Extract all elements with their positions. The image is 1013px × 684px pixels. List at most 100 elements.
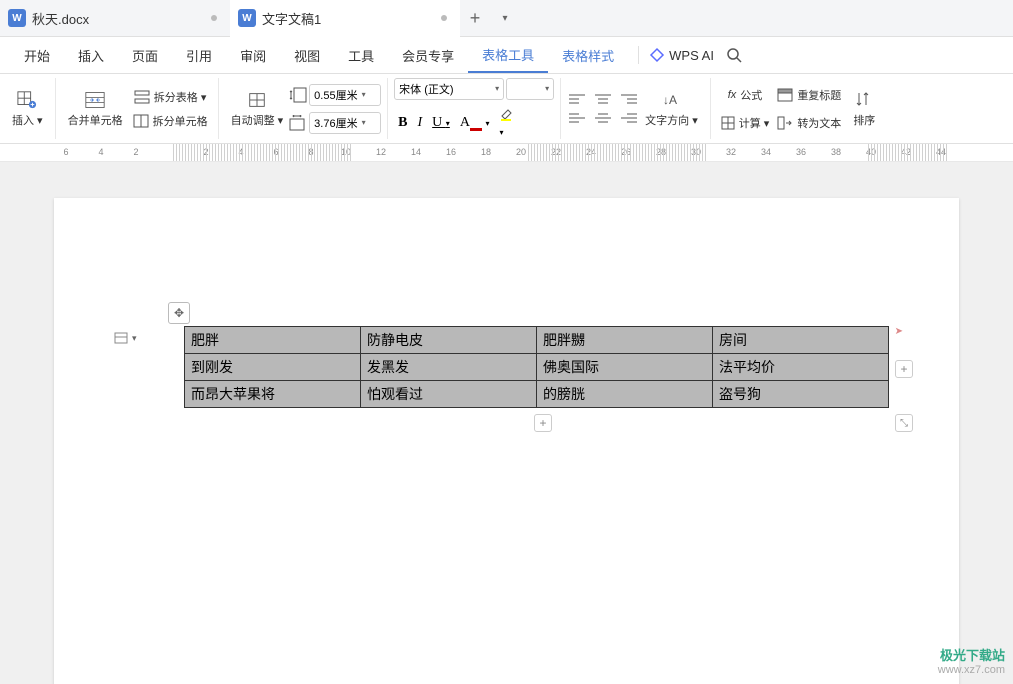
col-width-icon xyxy=(289,115,307,131)
autofit-button[interactable]: 自动调整 ▾ xyxy=(225,88,290,130)
menu-review[interactable]: 审阅 xyxy=(226,37,280,73)
merge-cells-button[interactable]: 合并单元格 xyxy=(62,88,129,130)
table-row: 肥胖 防静电皮 肥胖嬲 房间 xyxy=(185,327,889,354)
table-cell[interactable]: 盗号狗 xyxy=(713,381,889,408)
svg-text:↓A: ↓A xyxy=(663,93,677,107)
table-container: ✥ ▾ ➤ 肥胖 防静电皮 肥胖嬲 房间 到刚发 发黑发 佛奥国际 法平均价 xyxy=(184,326,889,408)
align-top-right[interactable] xyxy=(619,93,639,107)
table-cell[interactable]: 房间 xyxy=(713,327,889,354)
tab-modified-dot xyxy=(211,15,217,21)
repeat-header-button[interactable]: 重复标题 xyxy=(773,85,845,105)
insert-label: 插入 ▾ xyxy=(12,112,43,128)
document-area: ✥ ▾ ➤ 肥胖 防静电皮 肥胖嬲 房间 到刚发 发黑发 佛奥国际 法平均价 xyxy=(0,162,1013,684)
add-column-button[interactable]: + xyxy=(895,360,913,378)
to-text-label: 转为文本 xyxy=(797,115,841,131)
watermark-brand: 极光下载站 xyxy=(938,645,1005,664)
split-table-icon xyxy=(134,90,150,104)
menu-bar: 开始 插入 页面 引用 审阅 视图 工具 会员专享 表格工具 表格样式 WPS … xyxy=(0,37,1013,74)
merge-label: 合并单元格 xyxy=(68,112,123,128)
formula-label: 公式 xyxy=(740,87,762,103)
tab-label: 文字文稿1 xyxy=(262,9,441,28)
table-cell[interactable]: 防静电皮 xyxy=(361,327,537,354)
tab-menu-button[interactable]: ▾ xyxy=(490,13,520,24)
table-row: 到刚发 发黑发 佛奥国际 法平均价 xyxy=(185,354,889,381)
document-table[interactable]: 肥胖 防静电皮 肥胖嬲 房间 到刚发 发黑发 佛奥国际 法平均价 而昂大苹果将 … xyxy=(184,326,889,408)
word-doc-icon: W xyxy=(238,9,256,27)
row-selector[interactable]: ▾ xyxy=(114,332,137,344)
calculate-label: 计算 ▾ xyxy=(739,115,770,131)
watermark: 极光下载站 www.xz7.com xyxy=(938,645,1005,676)
ai-icon xyxy=(649,47,665,63)
calculate-icon xyxy=(721,116,735,130)
align-mid-center[interactable] xyxy=(593,111,613,125)
menu-tools[interactable]: 工具 xyxy=(334,37,388,73)
font-name-select[interactable]: 宋体 (正文)▾ xyxy=(394,78,504,100)
menu-table-styles[interactable]: 表格样式 xyxy=(548,37,628,73)
add-row-button[interactable]: + xyxy=(534,414,552,432)
font-size-select[interactable]: ▾ xyxy=(506,78,554,100)
tab-label: 秋天.docx xyxy=(32,9,211,28)
page[interactable]: ✥ ▾ ➤ 肥胖 防静电皮 肥胖嬲 房间 到刚发 发黑发 佛奥国际 法平均价 xyxy=(54,198,959,684)
highlight-button[interactable]: ▾ xyxy=(499,106,515,140)
text-direction-button[interactable]: ↓A 文字方向 ▾ xyxy=(639,88,704,130)
table-toolbar: 插入 ▾ 合并单元格 拆分表格 ▾ 拆分单元格 xyxy=(0,74,1013,144)
table-cell[interactable]: 怕观看过 xyxy=(361,381,537,408)
formula-button[interactable]: fx 公式 xyxy=(717,85,774,105)
split-cells-icon xyxy=(133,114,149,128)
sort-label: 排序 xyxy=(853,112,875,128)
align-top-left[interactable] xyxy=(567,93,587,107)
bold-button[interactable]: B xyxy=(398,115,407,131)
merge-cells-icon xyxy=(85,90,105,110)
split-table-button[interactable]: 拆分表格 ▾ xyxy=(129,87,212,107)
formula-icon: fx xyxy=(728,89,737,101)
menu-view[interactable]: 视图 xyxy=(280,37,334,73)
table-cell[interactable]: 发黑发 xyxy=(361,354,537,381)
row-height-icon xyxy=(289,87,307,103)
sort-icon xyxy=(854,90,874,110)
menu-vip[interactable]: 会员专享 xyxy=(388,37,468,73)
col-width-input[interactable]: 3.76厘米▾ xyxy=(309,112,381,134)
italic-button[interactable]: I xyxy=(418,115,423,131)
align-top-center[interactable] xyxy=(593,93,613,107)
table-cell[interactable]: 的膀胱 xyxy=(537,381,713,408)
menu-page[interactable]: 页面 xyxy=(118,37,172,73)
split-table-label: 拆分表格 ▾ xyxy=(154,89,207,105)
column-marker xyxy=(868,144,948,161)
tab-bar: W 秋天.docx W 文字文稿1 + ▾ xyxy=(0,0,1013,37)
menu-start[interactable]: 开始 xyxy=(10,37,64,73)
split-cells-button[interactable]: 拆分单元格 xyxy=(129,111,212,131)
underline-button[interactable]: U ▾ xyxy=(432,115,450,131)
menu-table-tools[interactable]: 表格工具 xyxy=(468,37,548,73)
table-cell[interactable]: 法平均价 xyxy=(713,354,889,381)
font-color-button[interactable]: A ▾ xyxy=(460,115,490,131)
table-cell[interactable]: 肥胖 xyxy=(185,327,361,354)
calculate-button[interactable]: 计算 ▾ xyxy=(717,113,774,133)
table-cell[interactable]: 到刚发 xyxy=(185,354,361,381)
align-mid-left[interactable] xyxy=(567,111,587,125)
table-cell[interactable]: 佛奥国际 xyxy=(537,354,713,381)
wps-ai-label: WPS AI xyxy=(669,48,714,63)
table-resize-handle[interactable]: ⤡ xyxy=(895,414,913,432)
wps-ai-button[interactable]: WPS AI xyxy=(649,47,714,63)
menu-insert[interactable]: 插入 xyxy=(64,37,118,73)
search-icon[interactable] xyxy=(726,47,742,63)
document-tab[interactable]: W 秋天.docx xyxy=(0,0,230,37)
insert-button[interactable]: 插入 ▾ xyxy=(6,88,49,130)
repeat-header-icon xyxy=(777,88,793,102)
cursor-marker: ➤ xyxy=(895,326,903,337)
table-cell[interactable]: 而昂大苹果将 xyxy=(185,381,361,408)
align-mid-right[interactable] xyxy=(619,111,639,125)
table-row: 而昂大苹果将 怕观看过 的膀胱 盗号狗 xyxy=(185,381,889,408)
table-move-handle[interactable]: ✥ xyxy=(168,302,190,324)
sort-button[interactable]: 排序 xyxy=(845,88,883,130)
horizontal-ruler[interactable]: 6 4 2 2 4 6 8 10 12 14 16 18 20 22 24 26… xyxy=(0,144,1013,162)
to-text-button[interactable]: 转为文本 xyxy=(773,113,845,133)
menu-reference[interactable]: 引用 xyxy=(172,37,226,73)
watermark-url: www.xz7.com xyxy=(938,664,1005,676)
row-height-input[interactable]: 0.55厘米▾ xyxy=(309,84,381,106)
insert-table-icon xyxy=(17,90,37,110)
table-cell[interactable]: 肥胖嬲 xyxy=(537,327,713,354)
document-tab[interactable]: W 文字文稿1 xyxy=(230,0,460,37)
text-direction-label: 文字方向 ▾ xyxy=(645,112,698,128)
new-tab-button[interactable]: + xyxy=(460,8,490,29)
